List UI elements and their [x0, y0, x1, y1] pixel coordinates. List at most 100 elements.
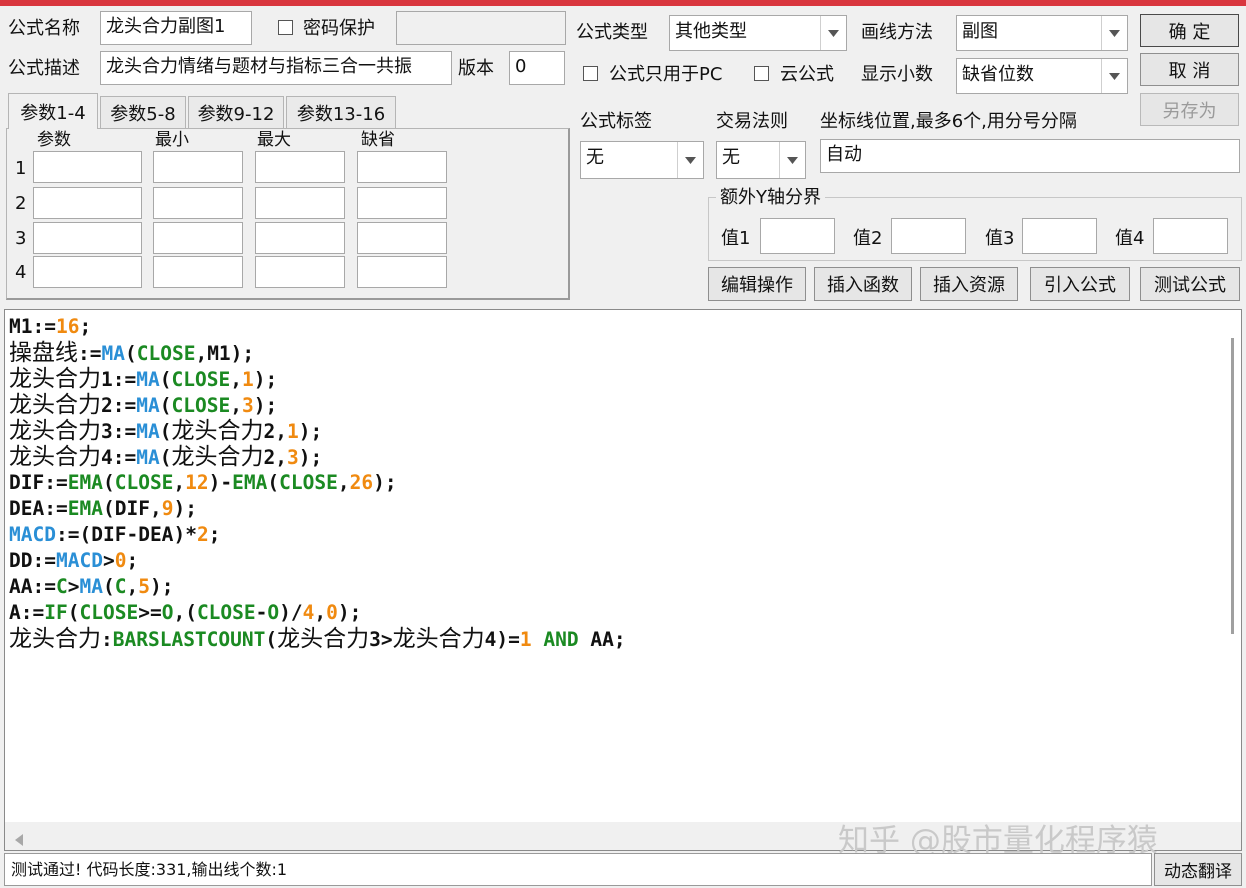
code-editor[interactable]: M1:=16; 操盘线:=MA(CLOSE,M1); 龙头合力1:=MA(CLOSE… [4, 309, 1242, 851]
param-max-input[interactable] [255, 151, 345, 183]
param-min-input[interactable] [153, 187, 243, 219]
extra-y-axis-label: 额外Y轴分界 [716, 186, 825, 210]
coord-line-label: 坐标线位置,最多6个,用分号分隔 [820, 111, 1077, 132]
param-default-input[interactable] [357, 151, 447, 183]
y-value-1-label: 值1 [721, 228, 751, 249]
code-line[interactable]: 龙头合力3:=MA(龙头合力2,1); [9, 418, 322, 444]
param-max-input[interactable] [255, 222, 345, 254]
tab-params-5-8[interactable]: 参数5-8 [100, 96, 186, 128]
formula-desc-label: 公式描述 [8, 58, 80, 79]
decimal-value: 缺省位数 [962, 64, 1034, 85]
ok-button[interactable]: 确 定 [1140, 14, 1239, 47]
param-name-input[interactable] [33, 151, 142, 183]
formula-name-label: 公式名称 [8, 18, 80, 39]
code-line[interactable]: DD:=MACD>0; [9, 548, 138, 574]
pc-only-checkbox[interactable] [583, 66, 598, 81]
password-label: 密码保护 [303, 18, 375, 39]
version-input[interactable]: 0 [509, 51, 565, 85]
formula-tag-value: 无 [586, 147, 604, 168]
coord-line-input[interactable]: 自动 [820, 139, 1240, 173]
param-max-input[interactable] [255, 256, 345, 288]
param-default-input[interactable] [357, 187, 447, 219]
code-line[interactable]: DEA:=EMA(DIF,9); [9, 496, 197, 522]
formula-type-value: 其他类型 [675, 21, 747, 42]
decimal-select[interactable]: 缺省位数 [956, 58, 1128, 94]
trade-rule-select[interactable]: 无 [716, 141, 806, 179]
param-row-number: 1 [15, 158, 27, 179]
param-row-number: 2 [15, 193, 27, 214]
dropdown-arrow-icon [779, 142, 805, 178]
code-line[interactable]: A:=IF(CLOSE>=O,(CLOSE-O)/4,0); [9, 600, 361, 626]
formula-desc-input[interactable]: 龙头合力情绪与题材与指标三合一共振 [100, 51, 452, 85]
tab-params-9-12[interactable]: 参数9-12 [188, 96, 284, 128]
dropdown-arrow-icon [1101, 16, 1127, 50]
cloud-formula-label: 云公式 [780, 64, 834, 85]
code-line[interactable]: 龙头合力2:=MA(CLOSE,3); [9, 392, 277, 418]
code-line[interactable]: MACD:=(DIF-DEA)*2; [9, 522, 220, 548]
code-line[interactable]: 龙头合力4:=MA(龙头合力2,3); [9, 444, 322, 470]
save-as-button[interactable]: 另存为 [1140, 93, 1239, 126]
code-line[interactable]: DIF:=EMA(CLOSE,12)-EMA(CLOSE,26); [9, 470, 397, 496]
password-checkbox[interactable] [278, 20, 293, 35]
insert-resource-button[interactable]: 插入资源 [920, 267, 1018, 301]
param-name-input[interactable] [33, 256, 142, 288]
param-name-input[interactable] [33, 222, 142, 254]
version-label: 版本 [458, 58, 494, 79]
param-default-input[interactable] [357, 222, 447, 254]
vertical-scroll-thumb[interactable] [1231, 338, 1234, 634]
formula-tag-label: 公式标签 [580, 111, 652, 132]
password-input[interactable] [396, 11, 566, 45]
cloud-formula-checkbox[interactable] [754, 66, 769, 81]
draw-method-value: 副图 [962, 21, 998, 42]
test-formula-button[interactable]: 测试公式 [1140, 267, 1240, 301]
param-header-max: 最大 [257, 130, 291, 150]
dropdown-arrow-icon [677, 142, 703, 178]
draw-method-select[interactable]: 副图 [956, 15, 1128, 51]
tab-params-13-16[interactable]: 参数13-16 [286, 96, 396, 128]
code-line[interactable]: 操盘线:=MA(CLOSE,M1); [9, 340, 254, 366]
code-line[interactable]: M1:=16; [9, 314, 91, 340]
y-value-2-label: 值2 [853, 228, 883, 249]
y-value-2-input[interactable] [891, 218, 966, 254]
window-top-bar [0, 0, 1246, 6]
y-value-3-label: 值3 [985, 228, 1015, 249]
insert-function-button[interactable]: 插入函数 [814, 267, 912, 301]
y-value-1-input[interactable] [760, 218, 835, 254]
param-name-input[interactable] [33, 187, 142, 219]
scroll-left-arrow-icon[interactable] [15, 830, 23, 851]
params-panel: 参数 最小 最大 缺省 1 2 3 4 [6, 128, 570, 300]
y-value-4-input[interactable] [1153, 218, 1228, 254]
param-header-default: 缺省 [361, 130, 395, 150]
dynamic-translate-button[interactable]: 动态翻译 [1154, 853, 1242, 886]
param-row-number: 3 [15, 228, 27, 249]
formula-type-select[interactable]: 其他类型 [669, 15, 847, 51]
y-value-3-input[interactable] [1022, 218, 1097, 254]
formula-name-input[interactable]: 龙头合力副图1 [100, 11, 252, 45]
pc-only-label: 公式只用于PC [609, 64, 723, 85]
param-default-input[interactable] [357, 256, 447, 288]
decimal-label: 显示小数 [861, 64, 933, 85]
vertical-scrollbar[interactable] [1225, 310, 1241, 820]
param-min-input[interactable] [153, 256, 243, 288]
param-header-min: 最小 [155, 130, 189, 150]
import-formula-button[interactable]: 引入公式 [1030, 267, 1130, 301]
edit-operation-button[interactable]: 编辑操作 [708, 267, 806, 301]
formula-type-label: 公式类型 [576, 22, 648, 43]
trade-rule-label: 交易法则 [716, 111, 788, 132]
param-max-input[interactable] [255, 187, 345, 219]
status-bar: 测试通过! 代码长度:331,输出线个数:1 [4, 853, 1152, 886]
formula-tag-select[interactable]: 无 [580, 141, 704, 179]
param-min-input[interactable] [153, 222, 243, 254]
param-row-number: 4 [15, 262, 27, 283]
param-min-input[interactable] [153, 151, 243, 183]
dropdown-arrow-icon [1101, 59, 1127, 93]
code-line[interactable]: 龙头合力:BARSLASTCOUNT(龙头合力3>龙头合力4)=1 AND AA… [9, 626, 626, 652]
code-line[interactable]: 龙头合力1:=MA(CLOSE,1); [9, 366, 277, 392]
draw-method-label: 画线方法 [861, 22, 933, 43]
cancel-button[interactable]: 取 消 [1140, 53, 1239, 86]
trade-rule-value: 无 [722, 147, 740, 168]
code-line[interactable]: AA:=C>MA(C,5); [9, 574, 173, 600]
tab-params-1-4[interactable]: 参数1-4 [8, 93, 98, 129]
param-header-name: 参数 [37, 130, 71, 150]
dropdown-arrow-icon [820, 16, 846, 50]
